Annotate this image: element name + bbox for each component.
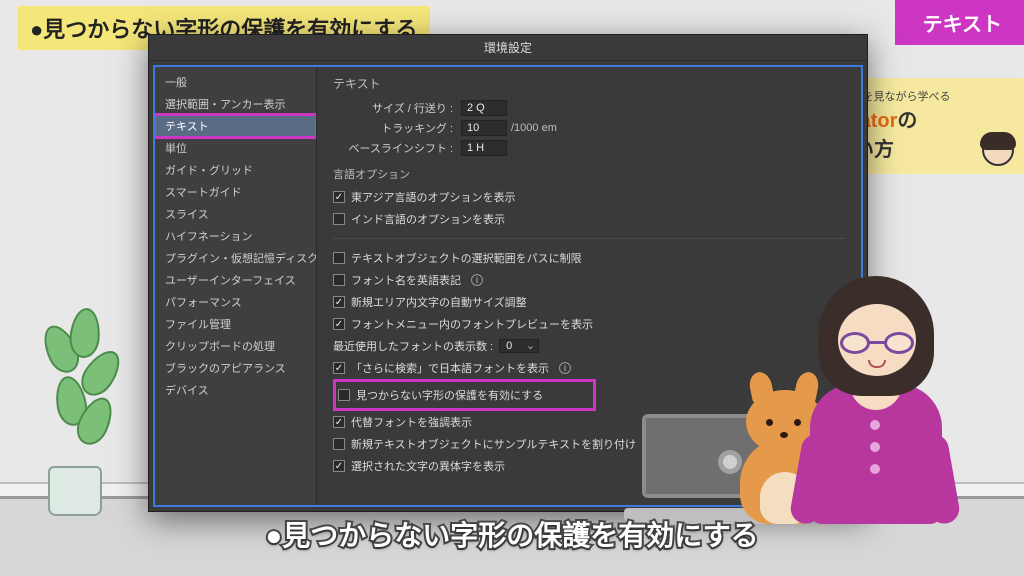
sidebar-item-11[interactable]: ファイル管理 [155, 313, 316, 335]
text-option-0-label: テキストオブジェクトの選択範囲をパスに制限 [351, 250, 582, 266]
lang-option-1-checkbox[interactable] [333, 213, 345, 225]
lang-option-0-label: 東アジア言語のオプションを表示 [351, 189, 516, 205]
sidebar-item-0[interactable]: 一般 [155, 71, 316, 93]
sidebar-item-1[interactable]: 選択範囲・アンカー表示 [155, 93, 316, 115]
dialog-title: 環境設定 [149, 35, 867, 61]
category-tag-text: テキスト [923, 14, 1002, 36]
recent-fonts-label: 最近使用したフォントの表示数 : [333, 338, 493, 354]
lang-option-1[interactable]: インド言語のオプションを表示 [333, 208, 845, 230]
text-option-1-label: フォント名を英語表記 [351, 272, 461, 288]
sidebar-item-2[interactable]: テキスト [155, 115, 316, 137]
text-option-3[interactable]: フォントメニュー内のフォントプレビューを表示 [333, 313, 845, 335]
text-option2-4-label: 選択された文字の異体字を表示 [351, 458, 505, 474]
text-option-0-checkbox[interactable] [333, 252, 345, 264]
sidebar-item-8[interactable]: プラグイン・仮想記憶ディスク [155, 247, 316, 269]
text-option2-0-checkbox[interactable] [333, 362, 345, 374]
baseline-shift-input[interactable]: 1 H [461, 140, 507, 156]
sidebar-item-5[interactable]: スマートガイド [155, 181, 316, 203]
sidebar-item-4[interactable]: ガイド・グリッド [155, 159, 316, 181]
tracking-unit: /1000 em [511, 122, 557, 134]
sidebar-item-12[interactable]: クリップボードの処理 [155, 335, 316, 357]
text-option2-0[interactable]: 「さらに検索」で日本語フォントを表示 i [333, 357, 845, 379]
sidebar-item-10[interactable]: パフォーマンス [155, 291, 316, 313]
separator [333, 238, 845, 239]
text-option-3-label: フォントメニュー内のフォントプレビューを表示 [351, 316, 593, 332]
sidebar-item-3[interactable]: 単位 [155, 137, 316, 159]
lang-option-0-checkbox[interactable] [333, 191, 345, 203]
preferences-sidebar: 一般選択範囲・アンカー表示テキスト単位ガイド・グリッドスマートガイドスライスハイ… [155, 67, 317, 505]
text-option2-1[interactable]: 見つからない字形の保護を有効にする [338, 384, 543, 406]
recent-fonts-select[interactable]: 0 [499, 339, 539, 353]
size-leading-input[interactable]: 2 Q [461, 100, 507, 116]
text-option-1[interactable]: フォント名を英語表記 i [333, 269, 845, 291]
tracking-label: トラッキング : [333, 120, 453, 136]
tracking-input[interactable]: 10 [461, 120, 507, 136]
text-option2-4-checkbox[interactable] [333, 460, 345, 472]
sidebar-item-7[interactable]: ハイフネーション [155, 225, 316, 247]
category-tag: テキスト [895, 0, 1024, 45]
text-option2-3-checkbox[interactable] [333, 438, 345, 450]
sidebar-item-14[interactable]: デバイス [155, 379, 316, 401]
text-option2-1-label: 見つからない字形の保護を有効にする [356, 387, 543, 403]
sidebar-item-13[interactable]: ブラックのアピアランス [155, 357, 316, 379]
text-option-2[interactable]: 新規エリア内文字の自動サイズ調整 [333, 291, 845, 313]
text-option2-1-checkbox[interactable] [338, 389, 350, 401]
promo-line2-rest: の [897, 110, 917, 132]
size-leading-label: サイズ / 行送り : [333, 100, 453, 116]
text-option-1-checkbox[interactable] [333, 274, 345, 286]
info-icon[interactable]: i [559, 362, 571, 374]
text-option-2-checkbox[interactable] [333, 296, 345, 308]
text-option-3-checkbox[interactable] [333, 318, 345, 330]
info-icon[interactable]: i [471, 274, 483, 286]
baseline-shift-label: ベースラインシフト : [333, 140, 453, 156]
sidebar-item-6[interactable]: スライス [155, 203, 316, 225]
video-subtitle: ●見つからない字形の保護を有効にする [265, 514, 758, 554]
lang-option-1-label: インド言語のオプションを表示 [351, 211, 505, 227]
text-option2-2-checkbox[interactable] [333, 416, 345, 428]
text-option-0[interactable]: テキストオブジェクトの選択範囲をパスに制限 [333, 247, 845, 269]
plant-illustration [30, 296, 120, 516]
woman-illustration [790, 276, 960, 536]
lang-option-0[interactable]: 東アジア言語のオプションを表示 [333, 186, 845, 208]
language-options-label: 言語オプション [333, 166, 845, 182]
text-option2-2-label: 代替フォントを強調表示 [351, 414, 472, 430]
promo-face-icon [982, 134, 1014, 166]
text-option2-0-label: 「さらに検索」で日本語フォントを表示 [351, 360, 549, 376]
promo-line1-post: を見ながら学べる [863, 91, 951, 103]
text-option2-3-label: 新規テキストオブジェクトにサンプルテキストを割り付け [351, 436, 636, 452]
text-option-2-label: 新規エリア内文字の自動サイズ調整 [351, 294, 527, 310]
text-option2-1-highlight: 見つからない字形の保護を有効にする [333, 379, 596, 411]
sidebar-item-9[interactable]: ユーザーインターフェイス [155, 269, 316, 291]
panel-heading: テキスト [333, 75, 845, 92]
